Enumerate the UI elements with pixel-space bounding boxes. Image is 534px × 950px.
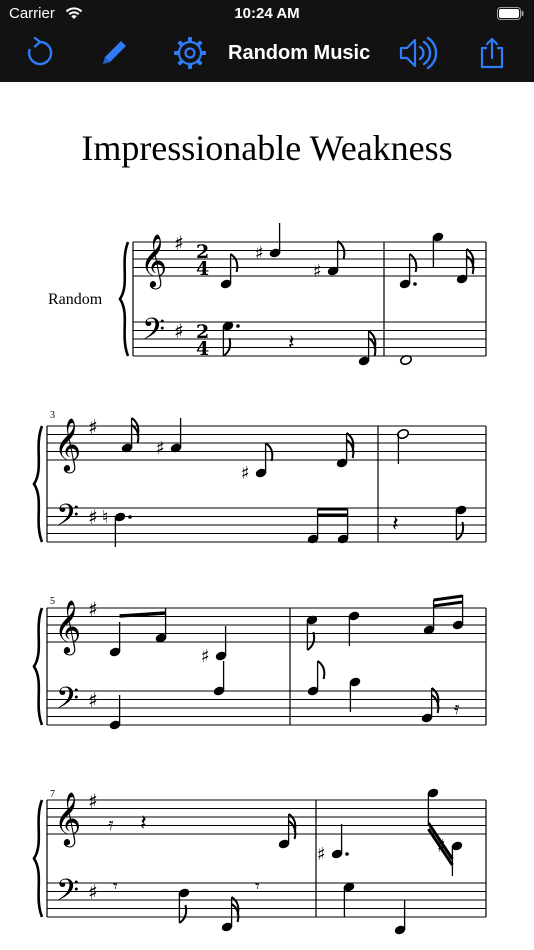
key-signature-sharp: ♯ <box>88 880 98 904</box>
settings-button[interactable] <box>170 35 210 75</box>
sharp-accidental: ♯ <box>255 243 264 264</box>
note-dot <box>236 324 240 328</box>
sharp-accidental: ♯ <box>241 463 250 484</box>
grand-staff-brace <box>118 241 130 357</box>
grand-staff-brace <box>32 799 44 918</box>
gear-icon <box>172 35 208 76</box>
note-beam <box>433 594 463 602</box>
key-signature-sharp: ♯ <box>174 319 184 343</box>
sharp-accidental: ♯ <box>201 646 210 667</box>
eighth-rest: 𝄾 <box>255 876 260 897</box>
treble-clef: 𝄞 <box>54 599 81 655</box>
grand-staff-brace <box>32 425 44 543</box>
key-signature-sharp: ♯ <box>88 415 98 439</box>
note-flag <box>178 904 188 924</box>
key-signature-sharp: ♯ <box>174 231 184 255</box>
bass-clef: 𝄢 <box>142 313 165 354</box>
toolbar-title: Random Music <box>228 42 371 64</box>
speaker-icon <box>398 35 438 76</box>
note-dot <box>413 282 417 286</box>
measure-number: 7 <box>50 789 55 800</box>
share-button[interactable] <box>472 35 512 75</box>
bass-clef: 𝄢 <box>56 682 79 723</box>
note-beam <box>433 600 463 608</box>
note-dot <box>128 515 132 519</box>
treble-clef: 𝄞 <box>54 791 81 847</box>
note-dot <box>345 852 349 856</box>
time-signature-denominator: 4 <box>196 338 209 360</box>
bass-clef: 𝄢 <box>56 499 79 540</box>
battery-icon <box>497 7 524 25</box>
treble-clef: 𝄞 <box>140 233 167 289</box>
clock: 10:24 AM <box>234 5 300 22</box>
note-flag <box>317 660 326 680</box>
eighth-rest: 𝄾 <box>113 876 118 897</box>
quarter-rest: 𝄽 <box>392 512 399 537</box>
natural-accidental: ♮ <box>102 507 108 528</box>
sixteenth-rest: 𝄿 <box>108 814 114 835</box>
sound-button[interactable] <box>398 35 438 75</box>
share-icon <box>478 36 506 75</box>
refresh-icon <box>26 36 54 74</box>
note-flag <box>409 253 418 273</box>
edit-button[interactable] <box>94 35 134 75</box>
toolbar: Random Music <box>0 27 534 82</box>
quarter-rest: 𝄽 <box>140 811 147 836</box>
grand-staff-brace <box>32 607 44 726</box>
measure-number: 5 <box>50 596 55 607</box>
note-flag <box>306 631 316 651</box>
measure-number: 3 <box>50 410 55 421</box>
treble-clef: 𝄞 <box>54 417 81 473</box>
sixteenth-rest: 𝄿 <box>454 698 460 719</box>
key-signature-sharp: ♯ <box>88 597 98 621</box>
refresh-button[interactable] <box>20 35 60 75</box>
sharp-accidental: ♯ <box>156 438 165 459</box>
score-staves: 𝄞𝄢♯♯2424𝄞𝄢♯♯𝄞𝄢♯♯𝄞𝄢♯♯♯♯𝄽♯♯♮𝄽♯𝄿𝄿𝄽♯♯𝄾𝄾 <box>32 223 487 935</box>
sheet-music: Impressionable Weakness Random 𝄞 𝄢 ♯ ♯ 2 4 2 4 𝄞… <box>0 82 534 950</box>
bass-clef: 𝄢 <box>56 874 79 915</box>
sharp-accidental: ♯ <box>313 261 322 282</box>
status-bar: Carrier 10:24 AM <box>0 0 534 27</box>
pencil-icon <box>97 36 131 75</box>
key-signature-sharp: ♯ <box>88 789 98 813</box>
sharp-accidental: ♯ <box>317 844 326 865</box>
quarter-rest: 𝄽 <box>288 331 295 356</box>
key-signature-sharp: ♯ <box>88 505 98 529</box>
key-signature-sharp: ♯ <box>88 688 98 712</box>
note-flag <box>230 253 239 273</box>
time-signature-denominator: 4 <box>196 258 209 280</box>
note-beam <box>119 611 166 618</box>
